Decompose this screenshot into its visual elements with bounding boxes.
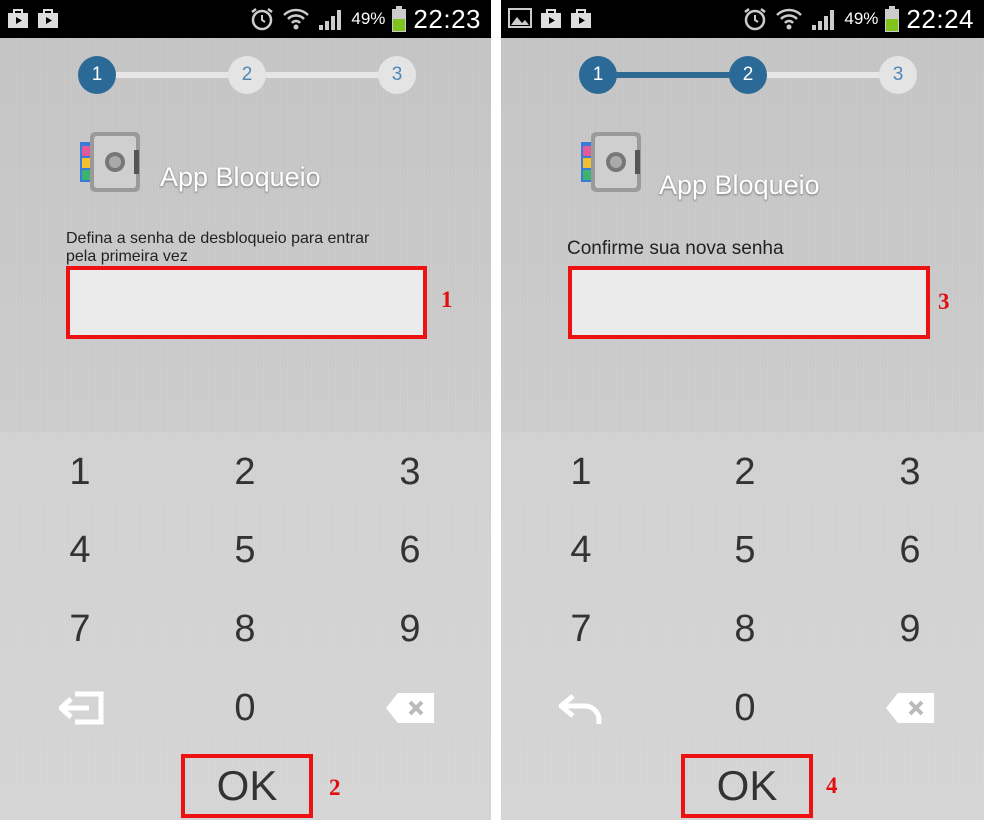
annotation-label: 3 (938, 289, 950, 314)
battery-percentage: 49% (351, 9, 386, 28)
confirm-password-input[interactable] (568, 266, 930, 339)
header-area (501, 38, 984, 432)
key-2[interactable]: 2 (695, 440, 795, 504)
key-9[interactable]: 9 (360, 597, 460, 661)
step-1: 1 (579, 56, 617, 94)
status-bar: 49% 22:24 (501, 0, 984, 38)
battery-percentage: 49% (844, 9, 879, 28)
screen-divider (491, 0, 501, 820)
app-title: App Bloqueio (659, 170, 820, 200)
step-indicator: 1 2 3 (78, 56, 416, 94)
step-connector (748, 72, 898, 78)
key-9[interactable]: 9 (860, 597, 960, 661)
key-5[interactable]: 5 (195, 518, 295, 582)
step-3: 3 (879, 56, 917, 94)
key-5[interactable]: 5 (695, 518, 795, 582)
app-title: App Bloqueio (160, 162, 321, 192)
key-4[interactable]: 4 (531, 518, 631, 582)
play-store-icon (541, 9, 561, 28)
clock: 22:24 (906, 3, 974, 34)
key-1[interactable]: 1 (531, 440, 631, 504)
vault-safe-icon (80, 132, 140, 192)
key-4[interactable]: 4 (30, 518, 130, 582)
backspace-button[interactable] (860, 676, 960, 740)
step-indicator: 1 2 3 (579, 56, 917, 94)
vault-safe-icon (581, 132, 641, 192)
back-arrow-icon (558, 694, 602, 724)
key-3[interactable]: 3 (860, 440, 960, 504)
wifi-icon (283, 8, 310, 30)
battery-icon (885, 6, 900, 32)
status-bar: 49% 22:23 (0, 0, 491, 38)
step-3: 3 (378, 56, 416, 94)
password-input[interactable] (66, 266, 427, 339)
key-7[interactable]: 7 (531, 597, 631, 661)
step-connector (247, 72, 397, 78)
clock: 22:23 (413, 3, 481, 34)
wifi-icon (776, 8, 803, 30)
annotation-label: 2 (329, 775, 341, 800)
phone-screen-step-1: 49% 22:23 1 2 3 App Bloqueio Defina a se… (0, 0, 491, 820)
exit-icon (58, 691, 104, 725)
key-8[interactable]: 8 (195, 597, 295, 661)
backspace-button[interactable] (360, 676, 460, 740)
password-prompt-line-2: pela primeira vez (66, 248, 188, 265)
key-7[interactable]: 7 (30, 597, 130, 661)
password-prompt-line-1: Defina a senha de desbloqueio para entra… (66, 230, 370, 247)
password-prompt: Confirme sua nova senha (567, 238, 784, 259)
backspace-icon (886, 693, 934, 723)
key-8[interactable]: 8 (695, 597, 795, 661)
play-store-icon (8, 9, 28, 28)
alarm-icon (744, 8, 767, 31)
key-3[interactable]: 3 (360, 440, 460, 504)
backspace-icon (386, 693, 434, 723)
key-6[interactable]: 6 (860, 518, 960, 582)
step-connector (97, 72, 247, 78)
key-0[interactable]: 0 (195, 676, 295, 740)
step-connector (598, 72, 748, 78)
phone-screen-step-2: 49% 22:24 1 2 3 App Bloqueio Confirme su… (501, 0, 984, 820)
step-2: 2 (228, 56, 266, 94)
back-button[interactable] (531, 676, 631, 740)
exit-button[interactable] (30, 676, 130, 740)
gallery-icon (508, 8, 532, 28)
key-2[interactable]: 2 (195, 440, 295, 504)
step-1: 1 (78, 56, 116, 94)
ok-button[interactable]: OK (181, 754, 313, 818)
ok-button[interactable]: OK (681, 754, 813, 818)
step-2: 2 (729, 56, 767, 94)
alarm-icon (251, 8, 274, 31)
play-store-icon (38, 9, 58, 28)
signal-icon (812, 10, 835, 30)
signal-icon (319, 10, 342, 30)
annotation-label: 4 (826, 773, 838, 798)
play-store-icon (571, 9, 591, 28)
key-6[interactable]: 6 (360, 518, 460, 582)
key-1[interactable]: 1 (30, 440, 130, 504)
battery-icon (392, 6, 407, 32)
key-0[interactable]: 0 (695, 676, 795, 740)
annotation-label: 1 (441, 287, 453, 312)
